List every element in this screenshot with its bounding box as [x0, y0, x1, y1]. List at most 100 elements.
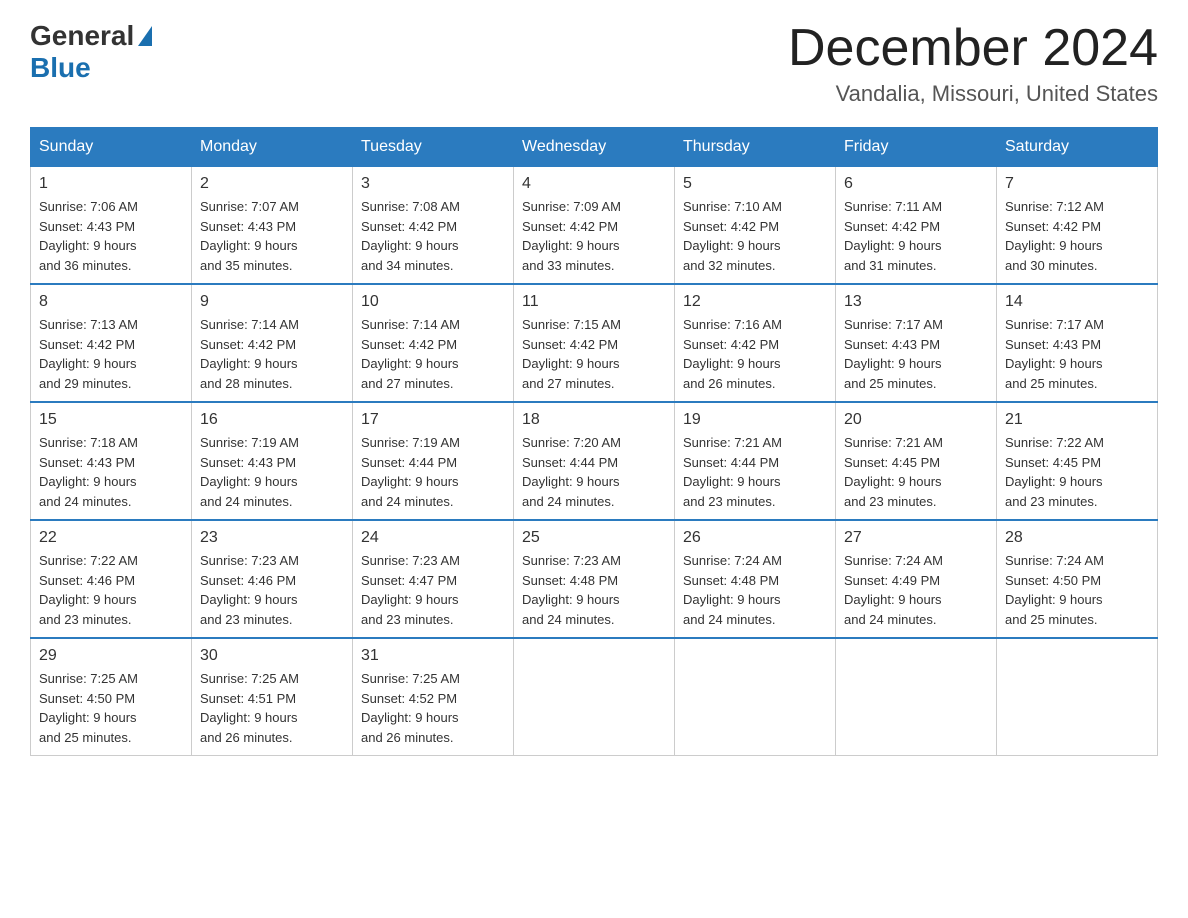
calendar-header-row: Sunday Monday Tuesday Wednesday Thursday…	[31, 128, 1158, 167]
day-info: Sunrise: 7:24 AM Sunset: 4:49 PM Dayligh…	[844, 551, 988, 629]
day-number: 13	[844, 293, 988, 311]
calendar-day-cell	[836, 638, 997, 756]
day-number: 17	[361, 411, 505, 429]
calendar-day-cell: 8 Sunrise: 7:13 AM Sunset: 4:42 PM Dayli…	[31, 284, 192, 402]
header-wednesday: Wednesday	[514, 128, 675, 167]
day-info: Sunrise: 7:19 AM Sunset: 4:43 PM Dayligh…	[200, 433, 344, 511]
calendar-day-cell: 23 Sunrise: 7:23 AM Sunset: 4:46 PM Dayl…	[192, 520, 353, 638]
day-number: 27	[844, 529, 988, 547]
day-info: Sunrise: 7:21 AM Sunset: 4:44 PM Dayligh…	[683, 433, 827, 511]
day-info: Sunrise: 7:25 AM Sunset: 4:52 PM Dayligh…	[361, 669, 505, 747]
day-number: 19	[683, 411, 827, 429]
calendar-day-cell	[514, 638, 675, 756]
calendar-day-cell: 2 Sunrise: 7:07 AM Sunset: 4:43 PM Dayli…	[192, 167, 353, 285]
day-number: 24	[361, 529, 505, 547]
calendar-day-cell: 17 Sunrise: 7:19 AM Sunset: 4:44 PM Dayl…	[353, 402, 514, 520]
month-title: December 2024	[788, 20, 1158, 77]
calendar-week-row: 15 Sunrise: 7:18 AM Sunset: 4:43 PM Dayl…	[31, 402, 1158, 520]
calendar-day-cell: 18 Sunrise: 7:20 AM Sunset: 4:44 PM Dayl…	[514, 402, 675, 520]
day-info: Sunrise: 7:11 AM Sunset: 4:42 PM Dayligh…	[844, 197, 988, 275]
day-info: Sunrise: 7:07 AM Sunset: 4:43 PM Dayligh…	[200, 197, 344, 275]
day-info: Sunrise: 7:23 AM Sunset: 4:48 PM Dayligh…	[522, 551, 666, 629]
day-info: Sunrise: 7:20 AM Sunset: 4:44 PM Dayligh…	[522, 433, 666, 511]
location-subtitle: Vandalia, Missouri, United States	[788, 81, 1158, 107]
calendar-day-cell: 16 Sunrise: 7:19 AM Sunset: 4:43 PM Dayl…	[192, 402, 353, 520]
calendar-day-cell: 10 Sunrise: 7:14 AM Sunset: 4:42 PM Dayl…	[353, 284, 514, 402]
day-number: 3	[361, 175, 505, 193]
logo-general-text: General	[30, 20, 134, 52]
calendar-day-cell: 30 Sunrise: 7:25 AM Sunset: 4:51 PM Dayl…	[192, 638, 353, 756]
calendar-day-cell: 29 Sunrise: 7:25 AM Sunset: 4:50 PM Dayl…	[31, 638, 192, 756]
page-header: General Blue December 2024 Vandalia, Mis…	[30, 20, 1158, 107]
calendar-day-cell: 4 Sunrise: 7:09 AM Sunset: 4:42 PM Dayli…	[514, 167, 675, 285]
calendar-day-cell: 6 Sunrise: 7:11 AM Sunset: 4:42 PM Dayli…	[836, 167, 997, 285]
day-number: 31	[361, 647, 505, 665]
day-info: Sunrise: 7:14 AM Sunset: 4:42 PM Dayligh…	[200, 315, 344, 393]
header-friday: Friday	[836, 128, 997, 167]
day-info: Sunrise: 7:22 AM Sunset: 4:45 PM Dayligh…	[1005, 433, 1149, 511]
day-number: 20	[844, 411, 988, 429]
day-number: 11	[522, 293, 666, 311]
calendar-day-cell: 22 Sunrise: 7:22 AM Sunset: 4:46 PM Dayl…	[31, 520, 192, 638]
day-info: Sunrise: 7:09 AM Sunset: 4:42 PM Dayligh…	[522, 197, 666, 275]
day-number: 9	[200, 293, 344, 311]
day-number: 12	[683, 293, 827, 311]
calendar-day-cell: 11 Sunrise: 7:15 AM Sunset: 4:42 PM Dayl…	[514, 284, 675, 402]
day-number: 5	[683, 175, 827, 193]
calendar-day-cell: 19 Sunrise: 7:21 AM Sunset: 4:44 PM Dayl…	[675, 402, 836, 520]
day-number: 8	[39, 293, 183, 311]
day-number: 25	[522, 529, 666, 547]
day-number: 21	[1005, 411, 1149, 429]
calendar-day-cell: 26 Sunrise: 7:24 AM Sunset: 4:48 PM Dayl…	[675, 520, 836, 638]
day-info: Sunrise: 7:16 AM Sunset: 4:42 PM Dayligh…	[683, 315, 827, 393]
day-number: 15	[39, 411, 183, 429]
calendar-week-row: 8 Sunrise: 7:13 AM Sunset: 4:42 PM Dayli…	[31, 284, 1158, 402]
calendar-day-cell: 31 Sunrise: 7:25 AM Sunset: 4:52 PM Dayl…	[353, 638, 514, 756]
calendar-day-cell: 15 Sunrise: 7:18 AM Sunset: 4:43 PM Dayl…	[31, 402, 192, 520]
day-info: Sunrise: 7:23 AM Sunset: 4:46 PM Dayligh…	[200, 551, 344, 629]
day-number: 2	[200, 175, 344, 193]
day-info: Sunrise: 7:06 AM Sunset: 4:43 PM Dayligh…	[39, 197, 183, 275]
calendar-day-cell: 12 Sunrise: 7:16 AM Sunset: 4:42 PM Dayl…	[675, 284, 836, 402]
day-number: 10	[361, 293, 505, 311]
logo: General Blue	[30, 20, 152, 84]
day-number: 7	[1005, 175, 1149, 193]
day-info: Sunrise: 7:10 AM Sunset: 4:42 PM Dayligh…	[683, 197, 827, 275]
calendar-day-cell: 27 Sunrise: 7:24 AM Sunset: 4:49 PM Dayl…	[836, 520, 997, 638]
calendar-week-row: 1 Sunrise: 7:06 AM Sunset: 4:43 PM Dayli…	[31, 167, 1158, 285]
day-number: 4	[522, 175, 666, 193]
header-tuesday: Tuesday	[353, 128, 514, 167]
header-monday: Monday	[192, 128, 353, 167]
day-number: 18	[522, 411, 666, 429]
calendar-day-cell: 13 Sunrise: 7:17 AM Sunset: 4:43 PM Dayl…	[836, 284, 997, 402]
day-number: 6	[844, 175, 988, 193]
day-info: Sunrise: 7:13 AM Sunset: 4:42 PM Dayligh…	[39, 315, 183, 393]
day-info: Sunrise: 7:08 AM Sunset: 4:42 PM Dayligh…	[361, 197, 505, 275]
day-info: Sunrise: 7:25 AM Sunset: 4:50 PM Dayligh…	[39, 669, 183, 747]
day-info: Sunrise: 7:24 AM Sunset: 4:48 PM Dayligh…	[683, 551, 827, 629]
day-info: Sunrise: 7:12 AM Sunset: 4:42 PM Dayligh…	[1005, 197, 1149, 275]
calendar-week-row: 22 Sunrise: 7:22 AM Sunset: 4:46 PM Dayl…	[31, 520, 1158, 638]
calendar-day-cell: 24 Sunrise: 7:23 AM Sunset: 4:47 PM Dayl…	[353, 520, 514, 638]
day-info: Sunrise: 7:17 AM Sunset: 4:43 PM Dayligh…	[1005, 315, 1149, 393]
header-saturday: Saturday	[997, 128, 1158, 167]
calendar-day-cell	[675, 638, 836, 756]
calendar-day-cell: 28 Sunrise: 7:24 AM Sunset: 4:50 PM Dayl…	[997, 520, 1158, 638]
calendar-day-cell: 3 Sunrise: 7:08 AM Sunset: 4:42 PM Dayli…	[353, 167, 514, 285]
logo-triangle-icon	[138, 26, 152, 46]
header-thursday: Thursday	[675, 128, 836, 167]
day-number: 1	[39, 175, 183, 193]
day-info: Sunrise: 7:19 AM Sunset: 4:44 PM Dayligh…	[361, 433, 505, 511]
calendar-day-cell: 20 Sunrise: 7:21 AM Sunset: 4:45 PM Dayl…	[836, 402, 997, 520]
day-info: Sunrise: 7:18 AM Sunset: 4:43 PM Dayligh…	[39, 433, 183, 511]
day-number: 30	[200, 647, 344, 665]
header-sunday: Sunday	[31, 128, 192, 167]
calendar-week-row: 29 Sunrise: 7:25 AM Sunset: 4:50 PM Dayl…	[31, 638, 1158, 756]
day-number: 23	[200, 529, 344, 547]
day-info: Sunrise: 7:22 AM Sunset: 4:46 PM Dayligh…	[39, 551, 183, 629]
day-info: Sunrise: 7:25 AM Sunset: 4:51 PM Dayligh…	[200, 669, 344, 747]
calendar-day-cell	[997, 638, 1158, 756]
day-number: 14	[1005, 293, 1149, 311]
calendar-day-cell: 5 Sunrise: 7:10 AM Sunset: 4:42 PM Dayli…	[675, 167, 836, 285]
day-number: 26	[683, 529, 827, 547]
